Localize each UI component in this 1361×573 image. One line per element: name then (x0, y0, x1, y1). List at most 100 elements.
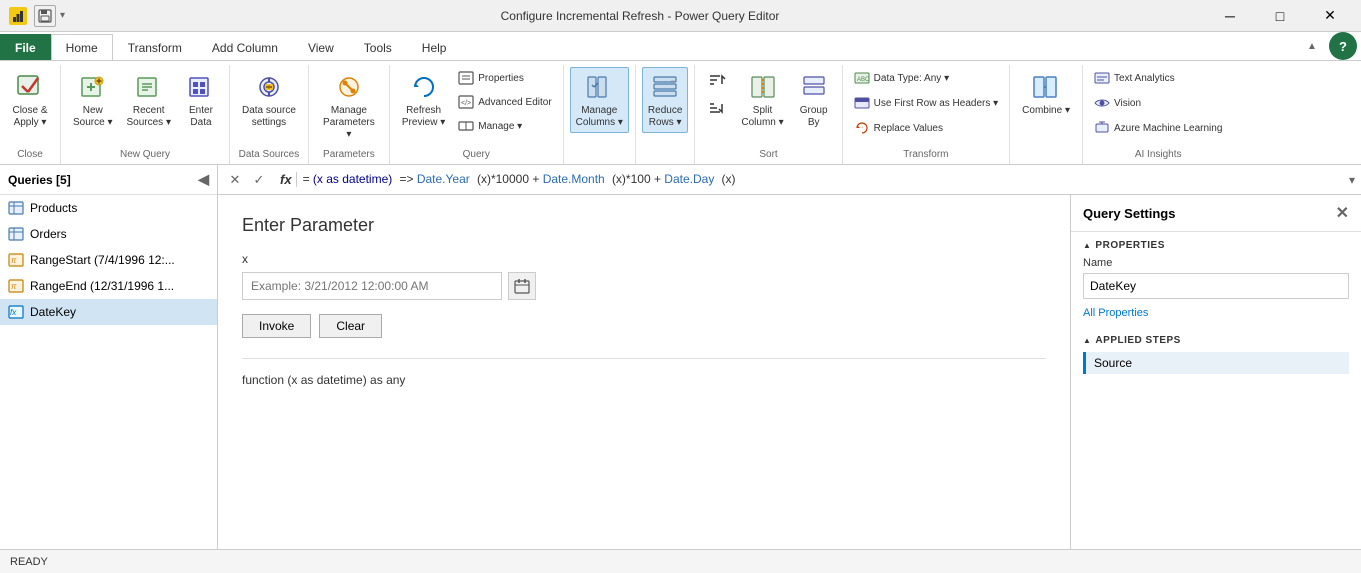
queries-header: Queries [5] ◀ (0, 165, 217, 195)
ribbon: Close &Apply ▾ Close NewSource ▾ (0, 61, 1361, 165)
content-area: Enter Parameter x (218, 195, 1071, 549)
products-table-icon (8, 200, 24, 216)
query-item-datekey[interactable]: fx DateKey (0, 299, 217, 325)
manage-columns-icon (583, 71, 615, 103)
new-source-button[interactable]: NewSource ▾ (67, 67, 118, 133)
maximize-button[interactable]: □ (1257, 0, 1303, 32)
text-analytics-button[interactable]: Text Analytics (1089, 67, 1227, 89)
manage-parameters-button[interactable]: ManageParameters ▾ (315, 67, 383, 145)
new-query-group-label: New Query (67, 145, 223, 160)
minimize-button[interactable]: ─ (1207, 0, 1253, 32)
tab-transform[interactable]: Transform (113, 34, 197, 60)
help-button[interactable]: ? (1329, 32, 1357, 60)
status-bar: READY (0, 549, 1361, 573)
manage-button[interactable]: Manage ▾ (453, 115, 556, 137)
enter-data-button[interactable]: EnterData (179, 67, 223, 133)
azure-ml-button[interactable]: Azure Machine Learning (1089, 117, 1227, 139)
svg-text:π: π (11, 282, 17, 291)
products-label: Products (30, 201, 77, 215)
ribbon-group-data-sources: Data sourcesettings Data Sources (230, 65, 309, 164)
vision-button[interactable]: Vision (1089, 92, 1227, 114)
data-source-settings-icon (253, 71, 285, 103)
manage-icon (458, 118, 474, 134)
formula-text: = (x as datetime) => Date.Year (x)*10000… (303, 172, 1343, 187)
tab-help[interactable]: Help (407, 34, 462, 60)
ribbon-group-new-query: NewSource ▾ RecentSources ▾ (61, 65, 230, 164)
properties-section: PROPERTIES Name All Properties (1071, 232, 1361, 327)
manage-columns-button[interactable]: ManageColumns ▾ (570, 67, 629, 133)
name-label: Name (1083, 257, 1349, 269)
split-column-icon (747, 71, 779, 103)
query-settings-header: Query Settings ✕ (1071, 195, 1361, 232)
enter-parameter-title: Enter Parameter (242, 215, 1046, 236)
ribbon-group-sort: SplitColumn ▾ GroupBy Sort (695, 65, 842, 164)
content-divider (242, 358, 1046, 359)
query-item-range-start[interactable]: π RangeStart (7/4/1996 12:... (0, 247, 217, 273)
properties-section-header: PROPERTIES (1083, 240, 1349, 251)
manage-columns-group-label (570, 156, 629, 160)
query-item-products[interactable]: Products (0, 195, 217, 221)
queries-collapse-button[interactable]: ◀ (198, 171, 209, 188)
ribbon-group-close: Close &Apply ▾ Close (0, 65, 61, 164)
refresh-preview-icon (408, 71, 440, 103)
formula-cancel-button[interactable]: ✕ (224, 169, 246, 191)
vision-icon (1094, 95, 1110, 111)
query-settings-panel: Query Settings ✕ PROPERTIES Name All Pro… (1071, 195, 1361, 549)
reduce-rows-group-label (642, 156, 688, 160)
query-item-orders[interactable]: Orders (0, 221, 217, 247)
query-item-range-end[interactable]: π RangeEnd (12/31/1996 1... (0, 273, 217, 299)
data-type-button[interactable]: ABC Data Type: Any ▾ (849, 67, 1004, 89)
split-column-button[interactable]: SplitColumn ▾ (735, 67, 789, 133)
tab-home[interactable]: Home (51, 34, 113, 60)
reduce-rows-button[interactable]: ReduceRows ▾ (642, 67, 688, 133)
save-button[interactable] (34, 5, 56, 27)
transform-group-label: Transform (849, 145, 1004, 160)
data-source-settings-button[interactable]: Data sourcesettings (236, 67, 302, 133)
combine-group-label (1016, 156, 1076, 160)
formula-confirm-button[interactable]: ✓ (248, 169, 270, 191)
parameters-group-label: Parameters (315, 145, 383, 160)
tab-add-column[interactable]: Add Column (197, 34, 293, 60)
properties-icon (458, 70, 474, 86)
query-group-label: Query (396, 145, 557, 160)
quick-access-dropdown[interactable]: ▾ (60, 10, 65, 21)
svg-text:π: π (11, 256, 17, 265)
data-type-icon: ABC (854, 70, 870, 86)
recent-sources-button[interactable]: RecentSources ▾ (120, 67, 176, 133)
invoke-button[interactable]: Invoke (242, 314, 311, 338)
text-analytics-icon (1094, 70, 1110, 86)
close-button[interactable]: ✕ (1307, 0, 1353, 32)
tab-view[interactable]: View (293, 34, 349, 60)
app-icon (8, 6, 28, 26)
advanced-editor-button[interactable]: </> Advanced Editor (453, 91, 556, 113)
tab-file[interactable]: File (0, 34, 51, 60)
all-properties-link[interactable]: All Properties (1083, 307, 1148, 319)
query-settings-close-button[interactable]: ✕ (1336, 203, 1349, 223)
tab-tools[interactable]: Tools (349, 34, 407, 60)
group-by-button[interactable]: GroupBy (792, 67, 836, 133)
param-input[interactable] (242, 272, 502, 300)
step-source[interactable]: Source (1083, 352, 1349, 374)
sort-ascending-button[interactable] (701, 67, 733, 93)
ribbon-collapse-btn[interactable]: ▲ (1307, 37, 1325, 55)
close-group-label: Close (6, 145, 54, 160)
close-apply-button[interactable]: Close &Apply ▾ (6, 67, 54, 133)
data-sources-group-label: Data Sources (236, 145, 302, 160)
name-input[interactable] (1083, 273, 1349, 299)
sort-descending-button[interactable] (701, 95, 733, 121)
calendar-button[interactable] (508, 272, 536, 300)
query-settings-title: Query Settings (1083, 206, 1175, 221)
enter-parameter-area: Enter Parameter x (218, 195, 1070, 549)
clear-button[interactable]: Clear (319, 314, 382, 338)
refresh-preview-button[interactable]: RefreshPreview ▾ (396, 67, 451, 133)
param-actions: Invoke Clear (242, 314, 1046, 338)
properties-button[interactable]: Properties (453, 67, 556, 89)
function-definition-text: function (x as datetime) as any (242, 373, 1046, 387)
orders-label: Orders (30, 227, 67, 241)
replace-values-button[interactable]: → Replace Values (849, 117, 1004, 139)
combine-button[interactable]: Combine ▾ (1016, 67, 1076, 121)
new-source-icon (77, 71, 109, 103)
use-first-row-button[interactable]: Use First Row as Headers ▾ (849, 92, 1004, 114)
formula-expand-button[interactable]: ▾ (1349, 173, 1355, 187)
param-input-row (242, 272, 1046, 300)
